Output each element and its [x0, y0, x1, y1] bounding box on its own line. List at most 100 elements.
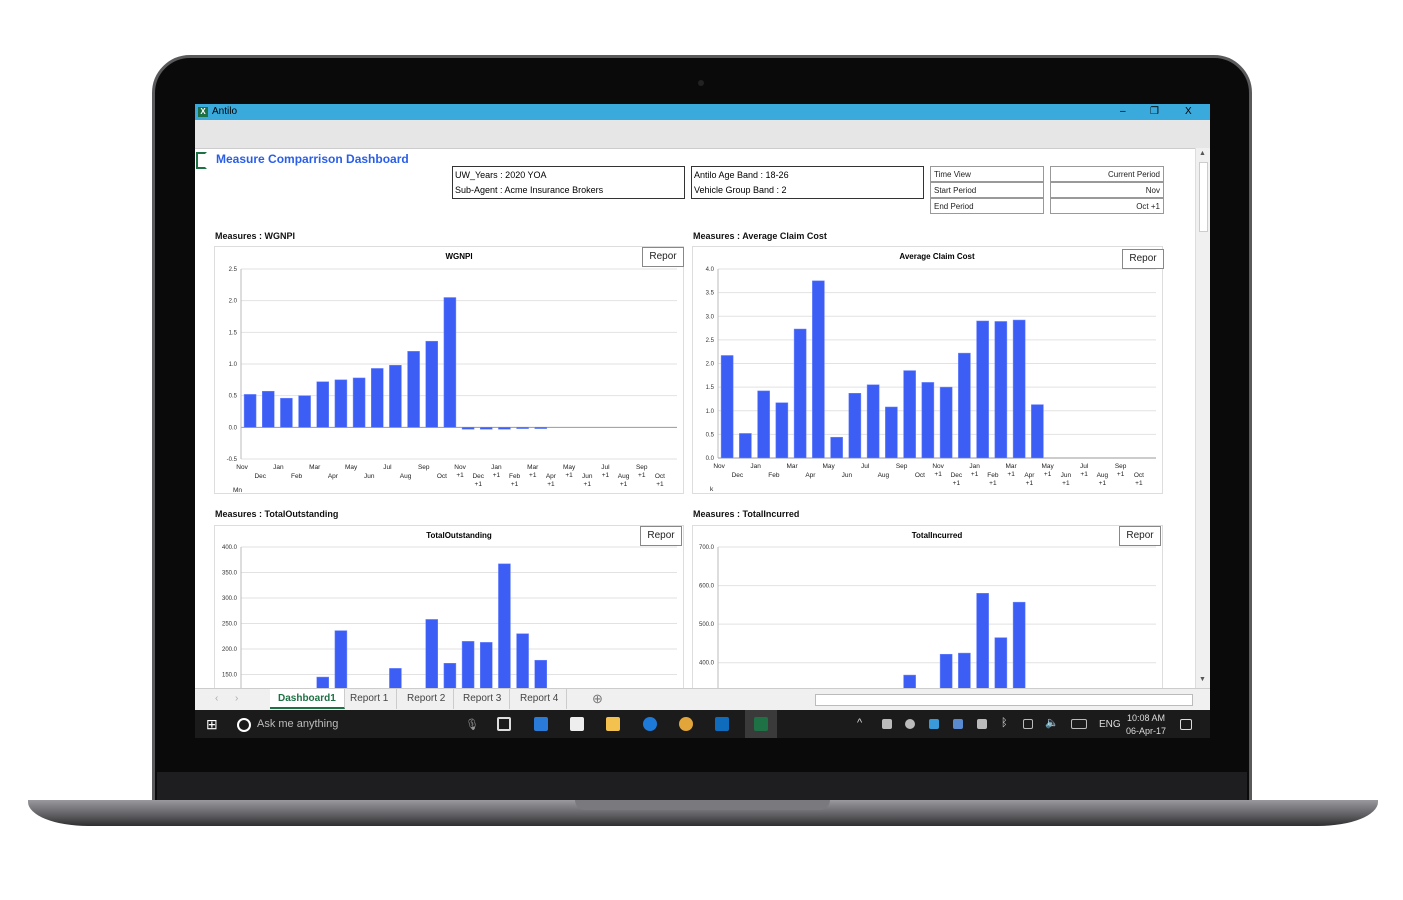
bluetooth-icon[interactable]: ᛒ [1001, 717, 1008, 729]
title-bar: X Antilo – ❐ X [195, 104, 1210, 120]
tab-report-2[interactable]: Report 2 [399, 689, 455, 709]
bar [498, 563, 511, 688]
task-view-icon[interactable] [497, 717, 511, 731]
y-tick-label: 0.0 [229, 425, 238, 431]
report-button-wgnpi[interactable]: Repor [642, 247, 684, 267]
tab-report-4[interactable]: Report 4 [512, 689, 568, 709]
bar [480, 642, 493, 688]
report-button-acc[interactable]: Repor [1122, 249, 1164, 269]
x-tick-label: Sep [418, 464, 430, 471]
scroll-up-icon[interactable]: ▲ [1199, 150, 1206, 157]
edge-icon[interactable] [643, 717, 657, 731]
scroll-thumb[interactable] [1199, 162, 1208, 232]
tab-next-icon[interactable]: › [235, 693, 238, 704]
bar [262, 390, 275, 428]
x-tick-label: +1 [565, 472, 573, 479]
x-tick-label: Oct [915, 472, 925, 479]
bar [793, 328, 807, 459]
outlook-icon[interactable] [715, 717, 729, 731]
tray-app-icon[interactable] [929, 719, 939, 729]
y-tick-label: 700.0 [699, 545, 715, 551]
bar [516, 427, 529, 429]
camera [698, 80, 704, 86]
filter-age-band: Antilo Age Band : 18-26 [694, 170, 789, 180]
start-period-value[interactable]: Nov [1050, 182, 1164, 198]
bar [498, 427, 511, 430]
vertical-scrollbar[interactable]: ▲ ▼ [1195, 148, 1210, 688]
tab-dashboard1[interactable]: Dashboard1 [270, 689, 345, 709]
tray-chevron-icon[interactable]: ^ [857, 717, 862, 729]
bar [371, 368, 384, 428]
x-tick-label: +1 [1044, 471, 1052, 478]
x-tick-label: Jul [601, 464, 610, 471]
section-label-acc: Measures : Average Claim Cost [693, 231, 827, 241]
x-tick-label: +1 [1062, 480, 1070, 487]
tray-app-icon[interactable] [977, 719, 987, 729]
x-tick-label: Nov [932, 463, 944, 470]
close-button[interactable]: X [1185, 104, 1192, 120]
volume-icon[interactable]: 🔈 [1045, 716, 1059, 729]
shield-icon[interactable] [882, 719, 892, 729]
filter-box-uw[interactable]: UW_Years : 2020 YOA Sub-Agent : Acme Ins… [452, 166, 685, 199]
minimize-button[interactable]: – [1120, 104, 1126, 120]
network-icon[interactable] [1023, 719, 1033, 729]
store-icon[interactable] [570, 717, 584, 731]
section-label-outstanding: Measures : TotalOutstanding [215, 509, 339, 519]
scroll-down-icon[interactable]: ▼ [1199, 676, 1206, 683]
x-tick-label: +1 [638, 472, 646, 479]
keyboard-icon[interactable] [1071, 719, 1087, 729]
excel-taskbar-active[interactable] [745, 710, 777, 738]
time-view-value[interactable]: Current Period [1050, 166, 1164, 182]
bar [389, 365, 402, 428]
chart-title: Average Claim Cost [899, 252, 975, 261]
x-tick-label: +1 [1099, 480, 1107, 487]
filter-vehicle-group: Vehicle Group Band : 2 [694, 185, 787, 195]
bar [389, 668, 402, 688]
tab-prev-icon[interactable]: ‹ [215, 693, 218, 704]
y-tick-label: 400.0 [699, 661, 715, 667]
y-tick-label: 0.0 [706, 456, 715, 462]
report-button-incurred[interactable]: Repor [1119, 526, 1161, 546]
bar [334, 379, 348, 428]
search-input[interactable]: Ask me anything [257, 718, 338, 730]
tab-report-3[interactable]: Report 3 [455, 689, 511, 709]
report-button-outstanding[interactable]: Repor [640, 526, 682, 546]
x-tick-label: +1 [511, 481, 519, 488]
ie-icon[interactable] [534, 717, 548, 731]
end-period-value[interactable]: Oct +1 [1050, 198, 1164, 214]
end-period-label: End Period [930, 198, 1044, 214]
x-tick-label: +1 [934, 471, 942, 478]
microphone-icon[interactable]: 🎙 [465, 718, 479, 731]
x-tick-label: Jun [364, 473, 375, 480]
chrome-icon[interactable] [679, 717, 693, 731]
x-tick-label: Mar [787, 463, 799, 470]
x-tick-label: Oct [1134, 472, 1144, 479]
tab-report-1[interactable]: Report 1 [342, 689, 398, 709]
chart-title: TotalIncurred [912, 531, 963, 540]
file-explorer-icon[interactable] [606, 717, 620, 731]
chart-average-claim-cost: Average Claim Cost 0.0 0.5 1.0 1.5 2.0 2.5 3.0 3… [692, 246, 1163, 494]
x-tick-label: Jan [491, 464, 502, 471]
horizontal-scrollbar[interactable] [815, 694, 1193, 706]
tray-app-icon[interactable] [905, 719, 915, 729]
notifications-icon[interactable] [1180, 719, 1192, 730]
bar [443, 297, 457, 428]
cortana-icon[interactable] [237, 718, 251, 732]
language-indicator[interactable]: ENG [1099, 719, 1121, 730]
x-tick-label: Oct [437, 473, 447, 480]
x-tick-label: Mar [1006, 463, 1018, 470]
clock-date[interactable]: 06-Apr-17 [1126, 726, 1166, 736]
windows-start-icon[interactable]: ⊞ [206, 716, 218, 733]
clock-time[interactable]: 10:08 AM [1127, 713, 1165, 723]
x-tick-label: Dec [951, 472, 963, 479]
filter-box-age[interactable]: Antilo Age Band : 18-26 Vehicle Group Ba… [691, 166, 924, 199]
bar [298, 395, 311, 428]
add-sheet-icon[interactable]: ⊕ [592, 691, 603, 707]
taskbar: ⊞ Ask me anything 🎙 ^ ᛒ 🔈 ENG 10:08 AM 0… [195, 710, 1210, 738]
bar [461, 641, 475, 688]
bar [976, 320, 989, 459]
page-title: Measure Comparrison Dashboard [216, 152, 409, 166]
restore-button[interactable]: ❐ [1150, 104, 1159, 120]
tray-app-icon[interactable] [953, 719, 963, 729]
x-tick-label: Aug [618, 473, 630, 480]
